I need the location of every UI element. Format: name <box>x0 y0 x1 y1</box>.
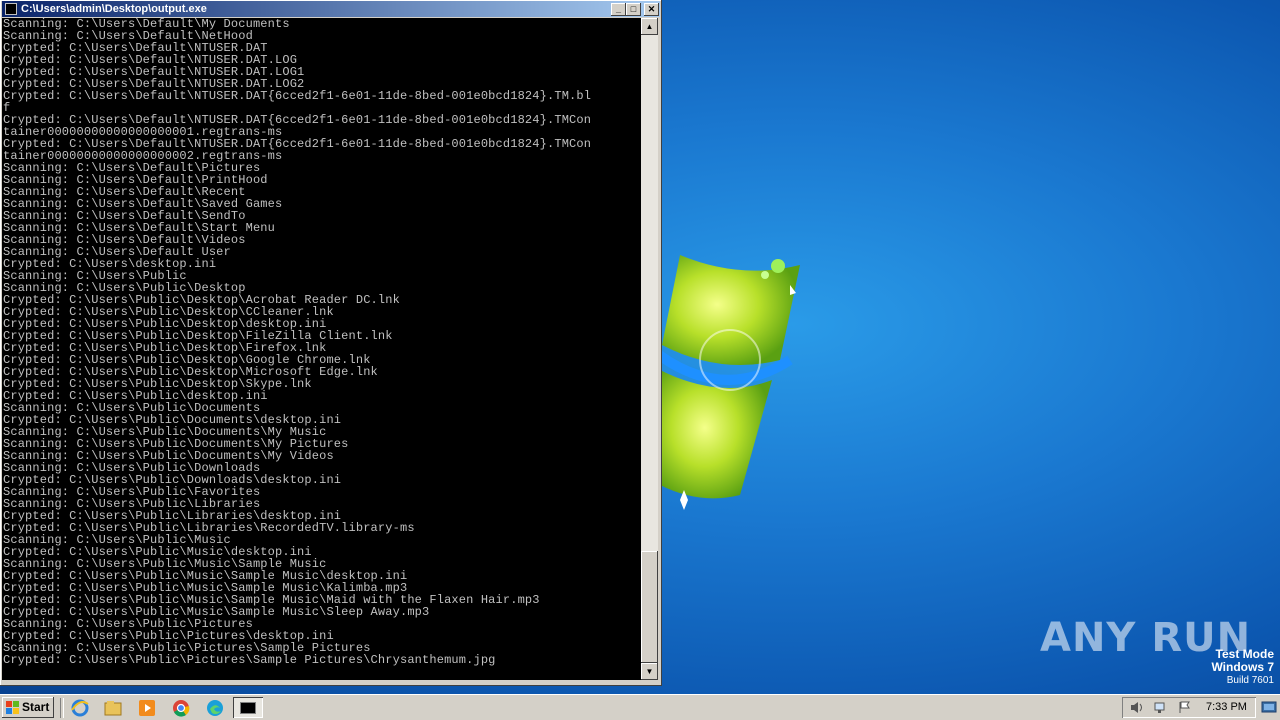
console-text: Scanning: C:\Users\Default\My Documents S… <box>2 18 641 666</box>
start-button[interactable]: Start <box>2 697 54 718</box>
explorer-icon[interactable] <box>103 698 123 718</box>
edge-icon[interactable] <box>205 698 225 718</box>
media-player-icon[interactable] <box>137 698 157 718</box>
console-app-icon[interactable] <box>5 3 17 15</box>
maximize-button[interactable]: □ <box>626 3 641 16</box>
volume-icon[interactable] <box>1130 701 1144 714</box>
scrollbar-thumb[interactable] <box>641 551 658 663</box>
window-title: C:\Users\admin\Desktop\output.exe <box>21 3 207 15</box>
taskbar-separator <box>60 698 64 718</box>
taskbar: Start 7:33 PM <box>0 694 1280 720</box>
console-output[interactable]: Scanning: C:\Users\Default\My Documents S… <box>2 18 641 680</box>
chrome-icon[interactable] <box>171 698 191 718</box>
console-taskbar-icon <box>240 702 256 714</box>
console-window[interactable]: C:\Users\admin\Desktop\output.exe _ □ ✕ … <box>0 0 662 686</box>
scroll-down-arrow-icon[interactable]: ▼ <box>641 663 658 680</box>
show-desktop-icon[interactable] <box>1260 697 1278 718</box>
test-mode-notice: Test Mode Windows 7 Build 7601 <box>1211 648 1274 687</box>
taskbar-clock[interactable]: 7:33 PM <box>1206 697 1247 718</box>
network-icon[interactable] <box>1154 701 1168 714</box>
action-center-flag-icon[interactable] <box>1178 701 1192 714</box>
system-tray: 7:33 PM <box>1122 697 1256 718</box>
minimize-button[interactable]: _ <box>611 3 626 16</box>
windows-flag-icon <box>6 701 19 714</box>
ie-icon[interactable] <box>70 698 90 718</box>
vertical-scrollbar[interactable]: ▲ ▼ <box>641 18 658 680</box>
taskbar-item-console[interactable] <box>233 697 263 718</box>
start-label: Start <box>22 700 50 714</box>
close-button[interactable]: ✕ <box>644 3 659 16</box>
window-titlebar[interactable]: C:\Users\admin\Desktop\output.exe _ □ ✕ <box>2 1 660 17</box>
console-line: Crypted: C:\Users\Public\Pictures\Sample… <box>3 653 496 667</box>
test-mode-line2: Windows 7 <box>1211 660 1274 674</box>
scroll-up-arrow-icon[interactable]: ▲ <box>641 18 658 35</box>
console-line: Crypted: C:\Users\Default\NTUSER.DAT{6cc… <box>3 89 592 103</box>
test-mode-line3: Build 7601 <box>1226 675 1274 686</box>
